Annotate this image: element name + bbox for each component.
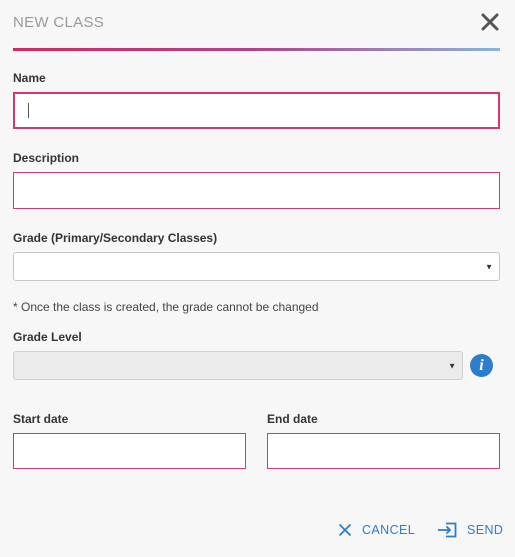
dropdown-arrow-icon: ▼ bbox=[485, 262, 493, 271]
close-icon bbox=[338, 523, 352, 537]
start-date-label: Start date bbox=[13, 412, 69, 426]
send-icon bbox=[438, 522, 457, 538]
close-button[interactable] bbox=[478, 10, 502, 34]
dialog-title: NEW CLASS bbox=[13, 14, 105, 31]
description-field[interactable] bbox=[13, 172, 500, 209]
cancel-label: CANCEL bbox=[362, 523, 416, 537]
new-class-dialog: NEW CLASS Name Description Grade (Primar… bbox=[0, 0, 515, 557]
dropdown-arrow-icon: ▼ bbox=[448, 361, 456, 370]
name-field[interactable] bbox=[13, 92, 500, 129]
header-divider bbox=[13, 48, 500, 51]
end-date-label: End date bbox=[267, 412, 318, 426]
grade-note: * Once the class is created, the grade c… bbox=[13, 300, 319, 314]
grade-select[interactable]: ▼ bbox=[13, 252, 500, 281]
text-caret bbox=[28, 103, 29, 118]
name-label: Name bbox=[13, 71, 46, 85]
description-label: Description bbox=[13, 151, 80, 165]
grade-label: Grade (Primary/Secondary Classes) bbox=[13, 231, 218, 245]
start-date-field[interactable] bbox=[13, 433, 246, 469]
close-icon bbox=[481, 13, 499, 31]
end-date-field[interactable] bbox=[267, 433, 500, 469]
grade-level-select[interactable]: ▼ bbox=[13, 351, 463, 380]
cancel-button[interactable]: CANCEL bbox=[338, 520, 415, 540]
send-label: SEND bbox=[467, 523, 504, 537]
send-button[interactable]: SEND bbox=[437, 520, 503, 540]
info-icon[interactable]: i bbox=[470, 354, 493, 377]
grade-level-label: Grade Level bbox=[13, 330, 82, 344]
